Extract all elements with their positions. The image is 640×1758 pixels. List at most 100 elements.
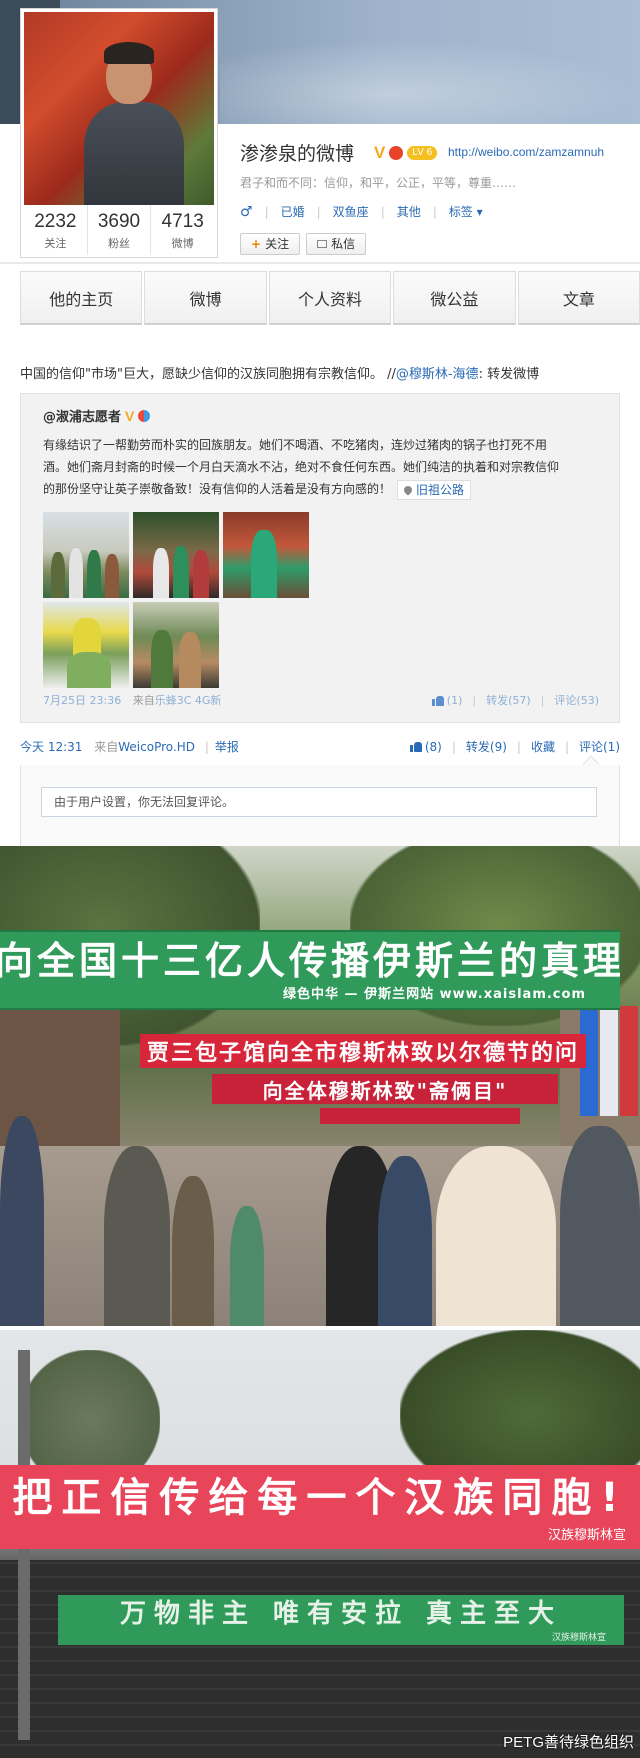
like-icon[interactable] bbox=[409, 741, 422, 752]
post-favorite[interactable]: 收藏 bbox=[531, 738, 555, 755]
comment-arrow bbox=[582, 755, 600, 773]
tags-dropdown[interactable]: 标签 ▾ bbox=[449, 203, 483, 220]
tab-weibo[interactable]: 微博 bbox=[144, 271, 267, 325]
tab-profile[interactable]: 个人资料 bbox=[268, 271, 392, 325]
homepage-link[interactable]: http://weibo.com/zamzamnuh bbox=[448, 145, 604, 159]
avatar-shirt bbox=[84, 102, 184, 205]
wall-photo: 把正信传给每一个汉族同胞! 汉族穆斯林宣 万物非主 唯有安拉 真主至大 汉族穆斯… bbox=[0, 1330, 640, 1758]
comment-disabled-notice: 由于用户设置，你无法回复评论。 bbox=[41, 787, 597, 817]
pedestrian bbox=[378, 1156, 432, 1326]
verified-icon[interactable]: V bbox=[125, 408, 134, 424]
profile-tabs: 他的主页 微博 个人资料 微公益 文章 bbox=[20, 271, 640, 325]
envelope-icon bbox=[317, 240, 328, 248]
pedestrian bbox=[560, 1126, 640, 1326]
profile-stats: 2232 关注 3690 粉丝 4713 微博 bbox=[24, 205, 214, 255]
retweet-comments[interactable]: 评论(53) bbox=[554, 692, 599, 708]
post-reposts[interactable]: 转发(9) bbox=[466, 738, 507, 755]
profile-name: 渗渗泉的微博 bbox=[240, 143, 355, 165]
plus-icon: + bbox=[251, 237, 262, 251]
verified-icon[interactable]: V bbox=[374, 143, 385, 163]
medal-icon[interactable] bbox=[138, 409, 151, 422]
tag-divider: | bbox=[432, 204, 437, 219]
tag-marital[interactable]: 已婚 bbox=[281, 203, 305, 220]
retweet-time[interactable]: 7月25日 23:36 bbox=[43, 694, 121, 707]
watermark: PETG善待绿色组织 bbox=[503, 1734, 634, 1751]
retweet-source[interactable]: 乐蜂3C 4G新 bbox=[155, 694, 222, 707]
post-likes[interactable]: (8) bbox=[425, 740, 442, 754]
photo-thumbnail[interactable] bbox=[43, 512, 129, 598]
retweet-box: @淑浦志愿者 V 有缘结识了一帮勤劳而朴实的回族朋友。她们不喝酒、不吃猪肉，连炒… bbox=[20, 393, 620, 723]
profile-card: 2232 关注 3690 粉丝 4713 微博 bbox=[20, 8, 218, 258]
retweet-author-name[interactable]: @淑浦志愿者 bbox=[43, 406, 121, 425]
red-banner-subtext: 汉族穆斯林宣 bbox=[547, 1527, 626, 1543]
source-prefix: 来自 bbox=[132, 694, 155, 707]
post-time[interactable]: 今天 12:31 bbox=[20, 740, 82, 754]
weibo-vip-icon[interactable] bbox=[389, 146, 404, 160]
retweet-counts: (1) | 转发(57) | 评论(53) bbox=[431, 692, 599, 708]
location-label: 旧祖公路 bbox=[416, 482, 465, 497]
flag bbox=[600, 1006, 618, 1116]
pedestrian bbox=[436, 1146, 556, 1326]
profile-actions: + 关注 私信 bbox=[240, 233, 367, 255]
location-tag[interactable]: 旧祖公路 bbox=[397, 479, 472, 500]
green-banner: 向全国十三亿人传播伊斯兰的真理 绿色中华 — 伊斯兰网站 www.xaislam… bbox=[0, 930, 620, 1010]
stat-following[interactable]: 2232 关注 bbox=[24, 205, 88, 255]
post-comments[interactable]: 评论(1) bbox=[579, 738, 620, 755]
message-label: 私信 bbox=[331, 237, 356, 251]
pedestrian bbox=[104, 1146, 170, 1326]
avatar-hair bbox=[104, 42, 154, 64]
profile-tags: ♂ | 已婚 | 双鱼座 | 其他 | 标签 ▾ bbox=[240, 203, 483, 220]
retweet-line-last: 的那份坚守让英子崇敬备致！没有信仰的人活着是没有方向感的！ 旧祖公路 bbox=[43, 478, 599, 500]
post-meta: 今天 12:31 来自WeicoPro.HD | 举报 bbox=[20, 738, 239, 755]
green-banner-text: 万物非主 唯有安拉 真主至大 bbox=[119, 1598, 563, 1629]
tab-charity[interactable]: 微公益 bbox=[393, 271, 516, 325]
stat-posts[interactable]: 4713 微博 bbox=[151, 205, 214, 255]
follow-button[interactable]: + 关注 bbox=[240, 233, 301, 255]
profile-bio: 君子和而不同：信仰，和平，公正，平等，尊重…… bbox=[240, 176, 517, 190]
retweet-meta: 7月25日 23:36 来自乐蜂3C 4G新 bbox=[43, 692, 221, 708]
tab-home[interactable]: 他的主页 bbox=[20, 271, 143, 325]
photo-thumbnail[interactable] bbox=[43, 602, 129, 688]
divider: | bbox=[516, 739, 521, 754]
post-counts: (8) | 转发(9) | 收藏 | 评论(1) bbox=[409, 738, 620, 755]
green-banner: 万物非主 唯有安拉 真主至大 汉族穆斯林宣 bbox=[58, 1595, 624, 1645]
like-icon[interactable] bbox=[431, 695, 444, 706]
photo-thumbnail[interactable] bbox=[133, 512, 219, 598]
brick-wall bbox=[0, 1560, 640, 1758]
photo-thumbnail[interactable] bbox=[223, 512, 309, 598]
post-rt-suffix: : 转发微博 bbox=[478, 367, 540, 382]
comment-area: 由于用户设置，你无法回复评论。 bbox=[20, 755, 620, 847]
stat-followers-label: 粉丝 bbox=[108, 237, 130, 250]
feed-post: 中国的信仰"市场"巨大，愿缺少信仰的汉族同胞拥有宗教信仰。 //@穆斯林-海德:… bbox=[0, 325, 640, 847]
tag-zodiac[interactable]: 双鱼座 bbox=[333, 203, 369, 220]
retweet-line: 的那份坚守让英子崇敬备致！没有信仰的人活着是没有方向感的！ bbox=[43, 482, 392, 496]
message-button[interactable]: 私信 bbox=[306, 233, 367, 255]
cover-haze bbox=[220, 40, 640, 124]
report-link[interactable]: 举报 bbox=[215, 740, 239, 754]
retweet-body: 有缘结识了一帮勤劳而朴实的回族朋友。她们不喝酒、不吃猪肉，连炒过猪肉的锅子也打死… bbox=[43, 434, 599, 500]
tab-divider bbox=[0, 262, 640, 264]
retweet-likes[interactable]: (1) bbox=[447, 694, 463, 707]
post-source[interactable]: WeicoPro.HD bbox=[118, 740, 195, 754]
tag-divider: | bbox=[316, 204, 321, 219]
stat-posts-label: 微博 bbox=[171, 237, 194, 250]
divider: | bbox=[451, 739, 456, 754]
stat-followers[interactable]: 3690 粉丝 bbox=[88, 205, 152, 255]
divider: | bbox=[564, 739, 569, 754]
post-text: 中国的信仰"市场"巨大，愿缺少信仰的汉族同胞拥有宗教信仰。 //@穆斯林-海德:… bbox=[20, 363, 539, 382]
tag-other[interactable]: 其他 bbox=[397, 203, 421, 220]
tab-articles[interactable]: 文章 bbox=[517, 271, 640, 325]
avatar[interactable] bbox=[24, 12, 214, 205]
stat-followers-count: 3690 bbox=[97, 211, 141, 232]
red-banner: 把正信传给每一个汉族同胞! 汉族穆斯林宣 bbox=[0, 1465, 640, 1549]
post-body: 中国的信仰"市场"巨大，愿缺少信仰的汉族同胞拥有宗教信仰。 // bbox=[20, 367, 396, 382]
photo-thumbnail[interactable] bbox=[133, 602, 219, 688]
retweet-reposts[interactable]: 转发(57) bbox=[486, 692, 531, 708]
green-banner-text: 向全国十三亿人传播伊斯兰的真理 bbox=[0, 938, 620, 983]
level-badge[interactable]: LV 6 bbox=[407, 146, 438, 160]
stat-following-label: 关注 bbox=[44, 237, 67, 250]
retweet-user-link[interactable]: @穆斯林-海德 bbox=[396, 367, 479, 382]
retweet-line: 酒。她们斋月封斋的时候一个月白天滴水不沾，绝对不食任何东西。她们纯洁的执着和对宗… bbox=[43, 460, 560, 474]
divider: | bbox=[472, 693, 477, 707]
stat-following-count: 2232 bbox=[34, 211, 77, 232]
